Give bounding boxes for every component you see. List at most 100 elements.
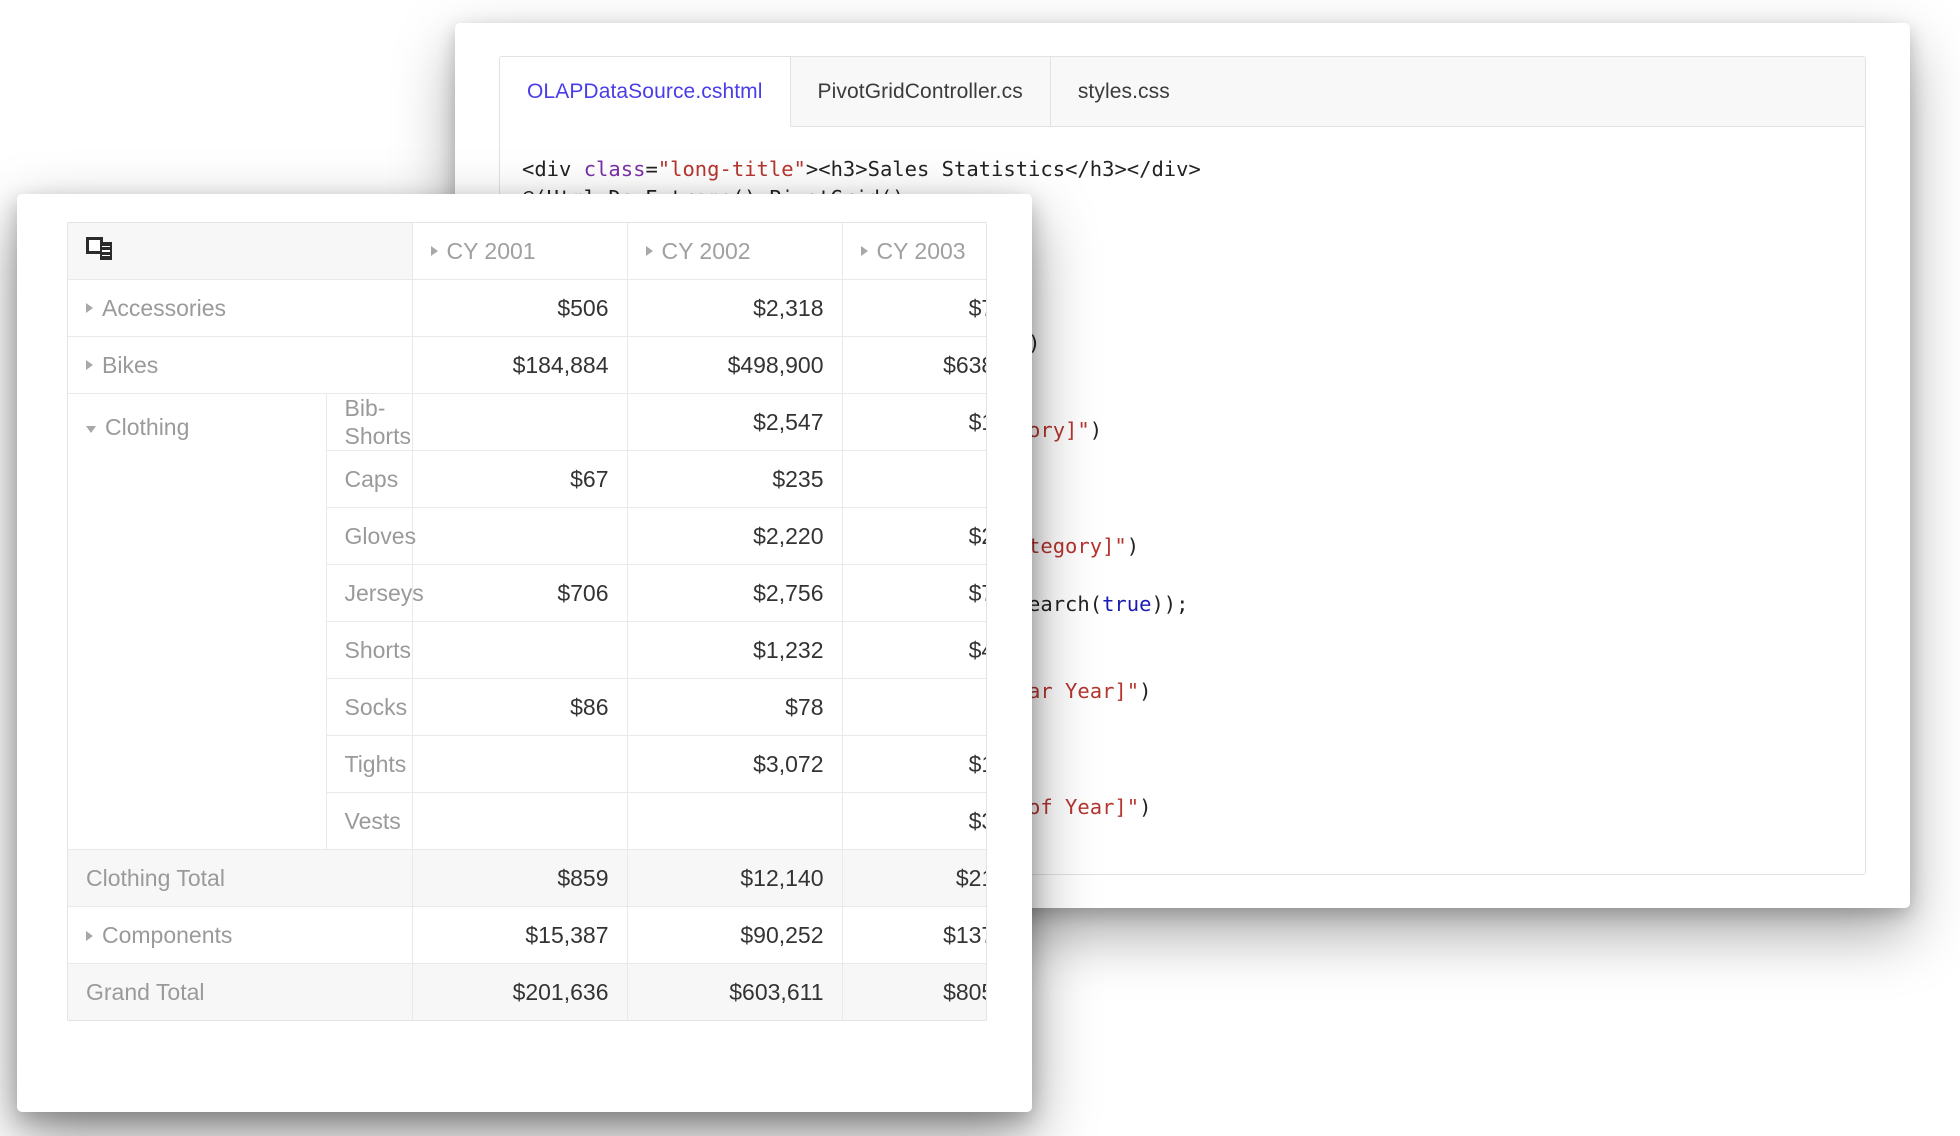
file-tab-1[interactable]: PivotGridController.cs — [791, 57, 1051, 126]
pivot-value-cell[interactable]: $3,300 — [842, 793, 987, 850]
pivot-value-cell[interactable]: $638,795 — [842, 337, 987, 394]
pivot-value: $7,250 — [969, 580, 987, 606]
pivot-value-cell[interactable]: $1,973 — [842, 736, 987, 793]
pivot-subrow-label-cell[interactable]: Shorts — [326, 622, 412, 679]
pivot-value: $12,140 — [740, 865, 823, 891]
pivot-value-cell[interactable]: $859 — [412, 850, 627, 907]
pivot-value-cell[interactable]: $506 — [412, 280, 627, 337]
pivot-subrow-label-cell[interactable]: Bib-Shorts — [326, 394, 412, 451]
collapse-triangle-icon[interactable] — [86, 426, 96, 433]
file-tab-2[interactable]: styles.css — [1051, 57, 1197, 126]
pivot-grid-table: CY 2001CY 2002CY 2003Accessories$506$2,3… — [68, 223, 987, 1020]
pivot-row-label-cell[interactable]: Components — [68, 907, 412, 964]
code-token-plain: ) — [1139, 679, 1151, 703]
pivot-value: $90,252 — [740, 922, 823, 948]
pivot-value: $706 — [557, 580, 608, 606]
pivot-row-label: Clothing — [105, 414, 189, 440]
pivot-value-cell[interactable]: $498,900 — [627, 337, 842, 394]
pivot-value-cell[interactable]: $137,063 — [842, 907, 987, 964]
expand-triangle-icon[interactable] — [86, 303, 93, 313]
pivot-value-cell[interactable]: $78 — [627, 679, 842, 736]
pivot-value-cell[interactable]: $1,622 — [842, 394, 987, 451]
pivot-value-cell[interactable]: $201,636 — [412, 964, 627, 1021]
pivot-value-cell[interactable]: $86 — [412, 679, 627, 736]
expand-triangle-icon[interactable] — [86, 360, 93, 370]
pivot-value-cell[interactable]: $67 — [412, 451, 627, 508]
pivot-row: Accessories$506$2,318$7,413 — [68, 280, 987, 337]
pivot-value: $3,300 — [969, 808, 987, 834]
pivot-subrow-label-cell[interactable]: Vests — [326, 793, 412, 850]
pivot-column-header-1[interactable]: CY 2002 — [627, 223, 842, 280]
pivot-value-cell[interactable]: $4,483 — [842, 622, 987, 679]
expand-triangle-icon[interactable] — [861, 246, 868, 256]
pivot-column-header-label: CY 2002 — [662, 238, 751, 264]
pivot-row-label: Components — [102, 922, 232, 948]
pivot-row: Grand Total $201,636 $603,611$805,067 — [68, 964, 987, 1021]
pivot-value-cell[interactable] — [412, 622, 627, 679]
pivot-value-cell[interactable] — [412, 793, 627, 850]
pivot-subrow-label: Bib-Shorts — [345, 395, 411, 449]
pivot-subrow-label-cell[interactable]: Tights — [326, 736, 412, 793]
pivot-value-cell[interactable]: $12,140 — [627, 850, 842, 907]
pivot-subrow-label-cell[interactable]: Gloves — [326, 508, 412, 565]
pivot-value-cell[interactable] — [412, 394, 627, 451]
pivot-value-cell[interactable]: $270 — [842, 679, 987, 736]
field-chooser-icon[interactable] — [86, 236, 112, 260]
pivot-row-label-cell[interactable]: Bikes — [68, 337, 412, 394]
pivot-subrow-label-cell[interactable]: Socks — [326, 679, 412, 736]
pivot-value-cell[interactable]: $1,232 — [627, 622, 842, 679]
code-token-plain: ) — [1090, 418, 1102, 442]
pivot-value-cell[interactable] — [412, 508, 627, 565]
pivot-subrow-label-cell[interactable]: Caps — [326, 451, 412, 508]
expand-triangle-icon[interactable] — [86, 931, 93, 941]
file-tab-0[interactable]: OLAPDataSource.cshtml — [500, 57, 791, 127]
pivot-value-cell[interactable]: $3,072 — [627, 736, 842, 793]
pivot-row-label-cell[interactable]: Grand Total — [68, 964, 412, 1021]
pivot-row-label: Grand Total — [86, 979, 204, 1005]
pivot-row-label-cell[interactable]: Clothing — [68, 394, 326, 850]
pivot-value: $78 — [785, 694, 823, 720]
pivot-column-header-label: CY 2001 — [447, 238, 536, 264]
expand-triangle-icon[interactable] — [431, 246, 438, 256]
pivot-value-cell[interactable] — [412, 736, 627, 793]
pivot-value: $201,636 — [513, 979, 609, 1005]
pivot-value-cell[interactable]: $7,413 — [842, 280, 987, 337]
pivot-subrow-label: Socks — [345, 694, 408, 720]
pivot-value: $859 — [557, 865, 608, 891]
code-token-plain: )); — [1151, 592, 1188, 616]
pivot-value-cell[interactable]: $90,252 — [627, 907, 842, 964]
pivot-header-row: CY 2001 CY 2002 CY 2003 — [68, 223, 987, 280]
pivot-value-cell[interactable]: $2,756 — [627, 565, 842, 622]
pivot-value: $2,554 — [969, 523, 987, 549]
pivot-value-cell[interactable]: $2,547 — [627, 394, 842, 451]
file-tab-label: PivotGridController.cs — [818, 80, 1023, 104]
pivot-subrow-label-cell[interactable]: Jerseys — [326, 565, 412, 622]
pivot-value-cell[interactable]: $184,884 — [412, 337, 627, 394]
pivot-value-cell[interactable]: $7,250 — [842, 565, 987, 622]
pivot-value: $4,483 — [969, 637, 987, 663]
file-tab-label: styles.css — [1078, 80, 1170, 104]
pivot-value-cell[interactable]: $2,554 — [842, 508, 987, 565]
code-token-tag: ><h3>Sales Statistics</h3></div> — [806, 157, 1201, 181]
expand-triangle-icon[interactable] — [646, 246, 653, 256]
pivot-value-cell[interactable]: $235 — [627, 451, 842, 508]
code-token-plain: ) — [1139, 795, 1151, 819]
file-tab-label: OLAPDataSource.cshtml — [527, 80, 763, 104]
pivot-subrow-label: Gloves — [345, 523, 417, 549]
pivot-row-label-cell[interactable]: Accessories — [68, 280, 412, 337]
pivot-column-header-0[interactable]: CY 2001 — [412, 223, 627, 280]
pivot-value-cell[interactable]: $2,220 — [627, 508, 842, 565]
pivot-value-cell[interactable]: $706 — [412, 565, 627, 622]
pivot-column-header-2[interactable]: CY 2003 — [842, 223, 987, 280]
pivot-value: $184,884 — [513, 352, 609, 378]
pivot-value-cell[interactable]: $15,387 — [412, 907, 627, 964]
pivot-row-label-cell[interactable]: Clothing Total — [68, 850, 412, 907]
pivot-value-cell[interactable]: $805,067 — [842, 964, 987, 1021]
pivot-value-cell[interactable]: $603,611 — [627, 964, 842, 1021]
pivot-value-cell[interactable] — [627, 793, 842, 850]
pivot-value-cell[interactable]: $345 — [842, 451, 987, 508]
pivot-value-cell[interactable]: $21,797 — [842, 850, 987, 907]
code-token-kw: true — [1102, 592, 1151, 616]
pivot-value-cell[interactable]: $2,318 — [627, 280, 842, 337]
field-chooser-cell[interactable] — [68, 223, 412, 280]
